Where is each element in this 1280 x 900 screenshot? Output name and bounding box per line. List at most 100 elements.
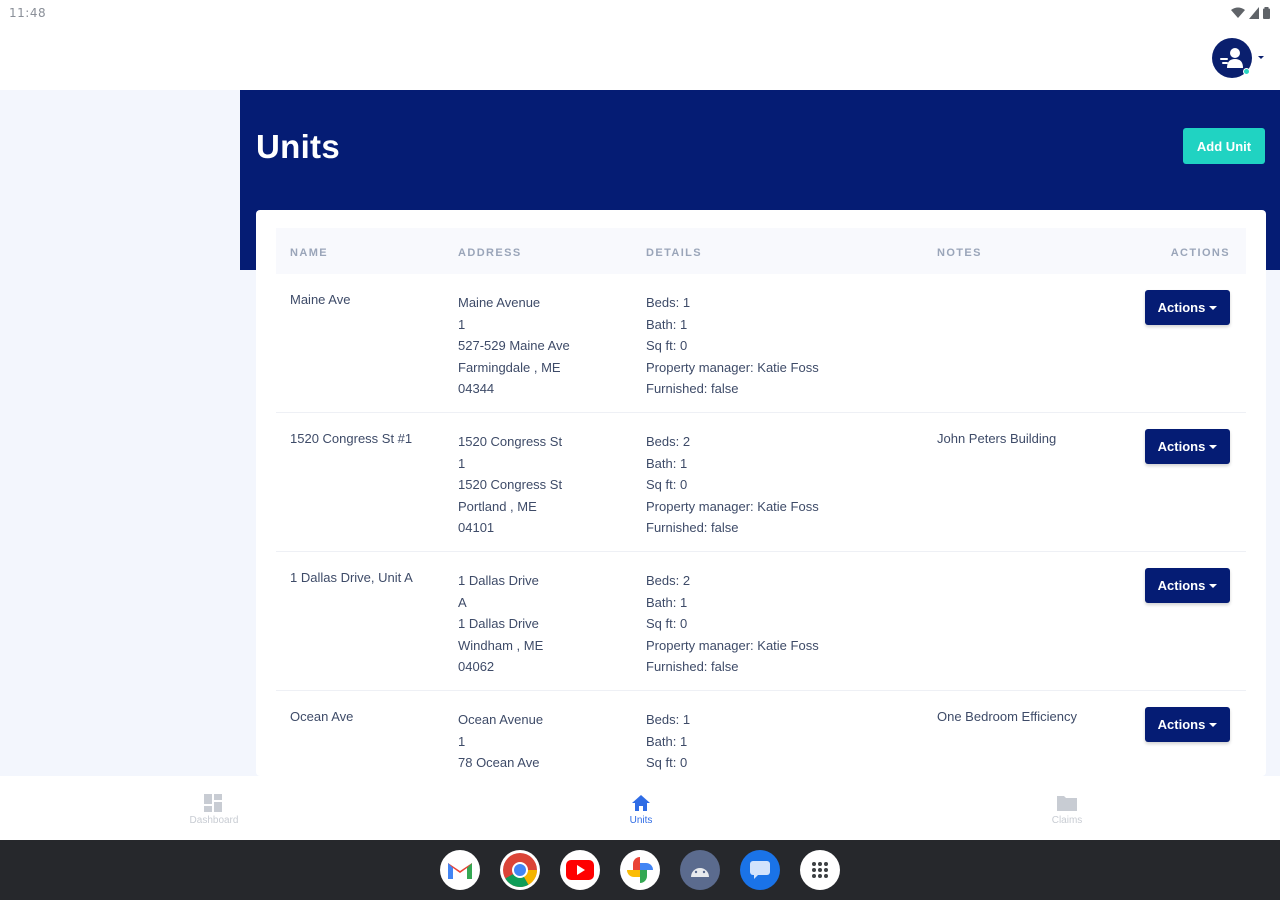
- detail-line: Bath: 1: [646, 455, 688, 471]
- caret-down-icon: [1209, 584, 1218, 588]
- actions-label: Actions: [1157, 439, 1206, 454]
- page-title: Units: [256, 128, 340, 165]
- detail-line: Furnished: false: [646, 520, 739, 536]
- unit-details: Beds: 2 Bath: 1 Sq ft: 0 Property manage…: [646, 431, 926, 539]
- chevron-down-icon[interactable]: [1258, 56, 1264, 59]
- unit-details: Beds: 1 Bath: 1 Sq ft: 0 Property manage…: [646, 292, 926, 400]
- actions-label: Actions: [1157, 578, 1206, 593]
- chrome-icon[interactable]: [500, 850, 540, 890]
- detail-line: Sq ft: 0: [646, 755, 688, 771]
- detail-line: Sq ft: 0: [646, 338, 688, 354]
- nav-item-dashboard[interactable]: Dashboard: [154, 794, 274, 826]
- taskbar: [0, 840, 1280, 900]
- detail-line: Property manager: Katie Foss: [646, 359, 819, 375]
- nav-item-units[interactable]: Units: [581, 794, 701, 826]
- address-line: 1520 Congress St: [458, 477, 563, 493]
- detail-line: Beds: 1: [646, 295, 691, 310]
- actions-dropdown-button[interactable]: Actions: [1145, 707, 1230, 742]
- address-line: 78 Ocean Ave: [458, 755, 540, 771]
- actions-label: Actions: [1157, 717, 1206, 732]
- unit-name: 1 Dallas Drive, Unit A: [290, 570, 413, 585]
- actions-dropdown-button[interactable]: Actions: [1145, 290, 1230, 325]
- address-line: 1520 Congress St: [458, 434, 563, 449]
- address-line: 1: [458, 733, 466, 749]
- address-line: 04344: [458, 381, 495, 397]
- nav-label-dashboard: Dashboard: [189, 815, 239, 826]
- detail-line: Sq ft: 0: [646, 477, 688, 493]
- address-line: Maine Avenue: [458, 295, 541, 310]
- actions-dropdown-button[interactable]: Actions: [1145, 568, 1230, 603]
- column-header-details: DETAILS: [646, 247, 703, 259]
- address-line: 1 Dallas Drive: [458, 616, 539, 632]
- messages-icon[interactable]: [740, 850, 780, 890]
- user-avatar-glyph: [1220, 48, 1243, 68]
- detail-line: Sq ft: 0: [646, 616, 688, 632]
- sidebar: [0, 90, 240, 776]
- address-line: 04062: [458, 659, 495, 675]
- detail-line: Bath: 1: [646, 594, 688, 610]
- unit-address: Maine Avenue 1 527-529 Maine Ave Farming…: [458, 292, 638, 400]
- address-line: Windham , ME: [458, 637, 544, 653]
- address-line: 1 Dallas Drive: [458, 573, 539, 588]
- android-glyph: [691, 868, 709, 877]
- column-header-notes: NOTES: [937, 247, 982, 259]
- detail-line: Furnished: false: [646, 659, 739, 675]
- app-drawer-icon[interactable]: [800, 850, 840, 890]
- photos-icon[interactable]: [620, 850, 660, 890]
- gmail-glyph: [448, 863, 472, 879]
- detail-line: Property manager: Katie Foss: [646, 637, 819, 653]
- column-header-name: NAME: [290, 247, 328, 259]
- detail-line: Beds: 1: [646, 712, 691, 727]
- youtube-icon[interactable]: [560, 850, 600, 890]
- caret-down-icon: [1209, 445, 1218, 449]
- photos-glyph: [627, 857, 653, 883]
- app-drawer-glyph: [812, 862, 828, 878]
- add-unit-button[interactable]: Add Unit: [1183, 128, 1265, 164]
- wifi-icon: [1231, 7, 1245, 18]
- unit-address: Ocean Avenue 1 78 Ocean Ave: [458, 709, 638, 774]
- nav-item-claims[interactable]: Claims: [1007, 794, 1127, 826]
- address-line: 1: [458, 455, 466, 471]
- unit-name: Ocean Ave: [290, 709, 354, 724]
- status-icons: [1231, 6, 1270, 20]
- address-line: 1: [458, 316, 466, 332]
- detail-line: Bath: 1: [646, 733, 688, 749]
- address-line: Farmingdale , ME: [458, 359, 561, 375]
- unit-details: Beds: 1 Bath: 1 Sq ft: 0: [646, 709, 926, 774]
- column-header-actions: ACTIONS: [1170, 247, 1230, 259]
- table-header: NAME ADDRESS DETAILS NOTES ACTIONS: [276, 228, 1246, 274]
- nav-label-claims: Claims: [1051, 815, 1083, 826]
- messages-glyph: [750, 861, 770, 879]
- battery-icon: [1263, 7, 1270, 19]
- table-row: 1 Dallas Drive, Unit A 1 Dallas Drive A …: [276, 552, 1246, 691]
- detail-line: Beds: 2: [646, 573, 691, 588]
- signal-icon: [1249, 7, 1259, 19]
- android-icon[interactable]: [680, 850, 720, 890]
- address-line: A: [458, 594, 467, 610]
- gmail-icon[interactable]: [440, 850, 480, 890]
- home-icon: [632, 795, 650, 811]
- detail-line: Beds: 2: [646, 434, 691, 449]
- user-avatar-icon[interactable]: [1212, 38, 1252, 78]
- chrome-glyph: [503, 853, 537, 887]
- unit-address: 1520 Congress St 1 1520 Congress St Port…: [458, 431, 638, 539]
- column-header-address: ADDRESS: [458, 247, 522, 259]
- actions-label: Actions: [1157, 300, 1206, 315]
- detail-line: Property manager: Katie Foss: [646, 498, 819, 514]
- detail-line: Bath: 1: [646, 316, 688, 332]
- table-row: 1520 Congress St #1 1520 Congress St 1 1…: [276, 413, 1246, 552]
- nav-label-units: Units: [629, 815, 653, 826]
- table-row: Ocean Ave Ocean Avenue 1 78 Ocean Ave Be…: [276, 691, 1246, 776]
- unit-name: 1520 Congress St #1: [290, 431, 413, 446]
- unit-name: Maine Ave: [290, 292, 351, 307]
- online-status-dot: [1243, 68, 1250, 75]
- youtube-glyph: [566, 860, 594, 880]
- caret-down-icon: [1209, 306, 1218, 310]
- address-line: 527-529 Maine Ave: [458, 338, 570, 354]
- app-header: [0, 26, 1280, 90]
- unit-notes: John Peters Building: [937, 431, 1057, 446]
- detail-line: Furnished: false: [646, 381, 739, 397]
- unit-notes: One Bedroom Efficiency: [937, 709, 1077, 724]
- dashboard-icon: [204, 794, 222, 812]
- actions-dropdown-button[interactable]: Actions: [1145, 429, 1230, 464]
